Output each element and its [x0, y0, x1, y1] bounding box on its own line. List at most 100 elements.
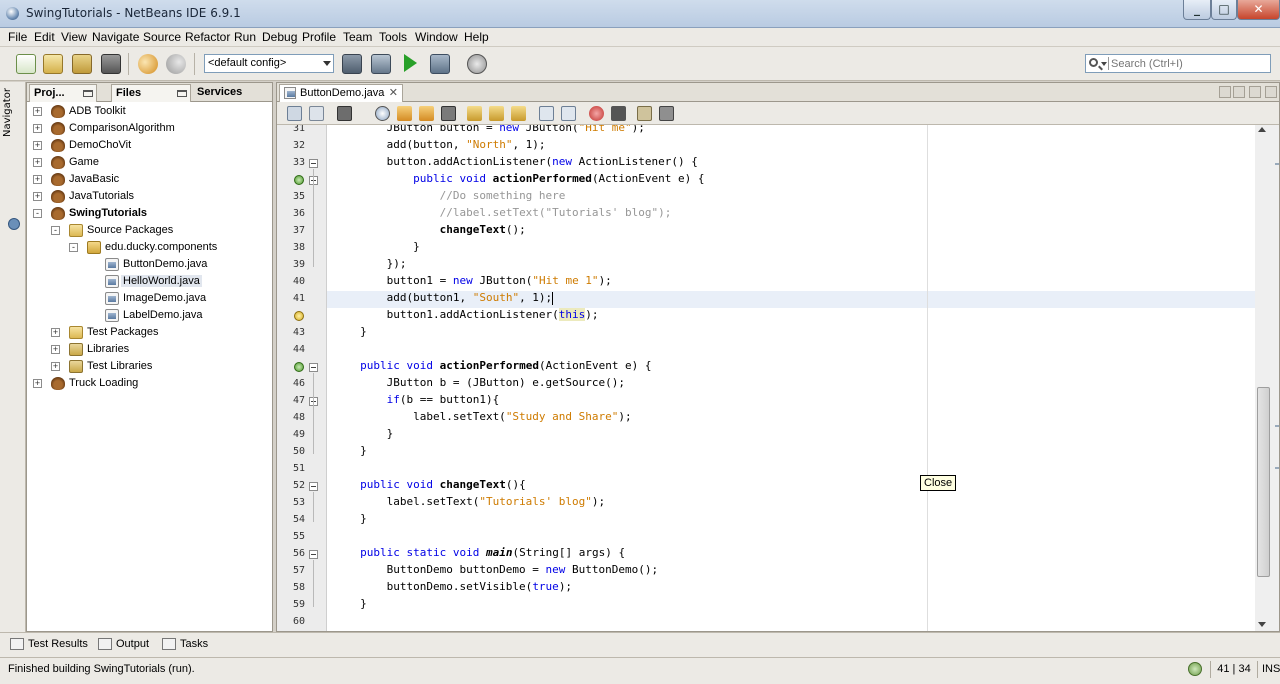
code-line[interactable] — [327, 614, 1255, 631]
stop-macro-icon[interactable] — [611, 106, 626, 121]
find-next-icon[interactable] — [419, 106, 434, 121]
collapse-icon[interactable]: - — [69, 243, 78, 252]
override-marker-icon[interactable] — [294, 362, 304, 372]
tree-item[interactable]: + Truck Loading — [27, 375, 272, 392]
new-project-icon[interactable] — [43, 54, 63, 74]
close-tab-icon[interactable]: ✕ — [389, 86, 398, 99]
fold-collapse-icon[interactable] — [309, 550, 318, 559]
code-line[interactable]: JButton button = new JButton("Hit me"); — [327, 125, 1255, 138]
navigator-icon[interactable] — [8, 218, 20, 230]
collapse-icon[interactable]: - — [33, 209, 42, 218]
menu-edit[interactable]: Edit — [34, 30, 55, 44]
build-hammer-icon[interactable] — [342, 54, 362, 74]
tree-item[interactable]: - edu.ducky.components — [27, 239, 272, 256]
code-line[interactable]: } — [327, 597, 1255, 614]
comment-icon[interactable] — [637, 106, 652, 121]
code-line[interactable]: } — [327, 240, 1255, 257]
expand-icon[interactable]: + — [51, 362, 60, 371]
code-line[interactable]: } — [327, 427, 1255, 444]
expand-icon[interactable]: + — [51, 328, 60, 337]
navigator-tab[interactable]: Navigator — [2, 88, 13, 148]
search-field[interactable] — [1085, 54, 1271, 73]
expand-icon[interactable]: + — [33, 379, 42, 388]
maximize-button[interactable]: □ — [1211, 0, 1237, 20]
expand-icon[interactable]: + — [33, 124, 42, 133]
new-file-icon[interactable] — [16, 54, 36, 74]
tab-tasks[interactable]: Tasks — [162, 638, 208, 650]
menu-help[interactable]: Help — [464, 30, 489, 44]
error-stripe-mark[interactable] — [1275, 425, 1279, 427]
tree-item[interactable]: + Test Libraries — [27, 358, 272, 375]
menu-file[interactable]: File — [8, 30, 27, 44]
code-line[interactable]: }); — [327, 257, 1255, 274]
tree-item[interactable]: + JavaTutorials — [27, 188, 272, 205]
code-line[interactable] — [327, 461, 1255, 478]
code-line[interactable]: label.setText("Study and Share"); — [327, 410, 1255, 427]
code-line[interactable] — [327, 529, 1255, 546]
tree-item[interactable]: + Test Packages — [27, 324, 272, 341]
menu-window[interactable]: Window — [415, 30, 458, 44]
code-line[interactable]: changeText(); — [327, 223, 1255, 240]
debug-icon[interactable] — [430, 54, 450, 74]
record-macro-icon[interactable] — [589, 106, 604, 121]
code-line[interactable]: } — [327, 325, 1255, 342]
code-line[interactable]: JButton b = (JButton) e.getSource(); — [327, 376, 1255, 393]
tree-item[interactable]: ButtonDemo.java — [27, 256, 272, 273]
scroll-down-icon[interactable] — [1258, 622, 1266, 627]
save-all-icon[interactable] — [101, 54, 121, 74]
open-project-icon[interactable] — [72, 54, 92, 74]
toggle-highlight-icon[interactable] — [441, 106, 456, 121]
tree-item[interactable]: - SwingTutorials — [27, 205, 272, 222]
run-icon[interactable] — [404, 54, 417, 72]
code-line[interactable]: public void changeText(){ — [327, 478, 1255, 495]
error-stripe-mark[interactable] — [1275, 467, 1279, 469]
tree-item[interactable]: - Source Packages — [27, 222, 272, 239]
menu-view[interactable]: View — [61, 30, 87, 44]
shift-left-icon[interactable] — [539, 106, 554, 121]
source-view-icon[interactable] — [287, 106, 302, 121]
fold-collapse-icon[interactable] — [309, 363, 318, 372]
search-input[interactable] — [1111, 56, 1266, 71]
scroll-up-icon[interactable] — [1258, 127, 1266, 132]
code-line[interactable]: } — [327, 512, 1255, 529]
tree-item[interactable]: ImageDemo.java — [27, 290, 272, 307]
profile-icon[interactable] — [467, 54, 487, 74]
code-line[interactable]: button.addActionListener(new ActionListe… — [327, 155, 1255, 172]
expand-icon[interactable]: + — [33, 107, 42, 116]
toggle-bookmark-icon[interactable] — [511, 106, 526, 121]
code-line[interactable] — [327, 342, 1255, 359]
code-line[interactable]: add(button1, "South", 1); — [327, 291, 1255, 308]
code-line[interactable]: //label.setText("Tutorials' blog"); — [327, 206, 1255, 223]
menu-run[interactable]: Run — [234, 30, 256, 44]
code-line[interactable]: label.setText("Tutorials' blog"); — [327, 495, 1255, 512]
menu-profile[interactable]: Profile — [302, 30, 336, 44]
menu-debug[interactable]: Debug — [262, 30, 297, 44]
fold-collapse-icon[interactable] — [309, 159, 318, 168]
minimize-panel-icon[interactable] — [177, 90, 187, 97]
tree-item[interactable]: HelloWorld.java — [27, 273, 272, 290]
override-marker-icon[interactable] — [294, 175, 304, 185]
minimize-button[interactable]: _ — [1183, 0, 1211, 20]
maximize-editor-icon[interactable] — [1265, 86, 1277, 98]
code-line[interactable]: button1.addActionListener(this); — [327, 308, 1255, 325]
fold-collapse-icon[interactable] — [309, 482, 318, 491]
minimize-panel-icon[interactable] — [83, 90, 93, 97]
scroll-tabs-right-icon[interactable] — [1233, 86, 1245, 98]
code-line[interactable]: ButtonDemo buttonDemo = new ButtonDemo()… — [327, 563, 1255, 580]
error-stripe-mark[interactable] — [1275, 163, 1279, 165]
tab-output[interactable]: Output — [98, 638, 149, 650]
expand-icon[interactable]: + — [33, 175, 42, 184]
collapse-icon[interactable]: - — [51, 226, 60, 235]
tree-item[interactable]: + Game — [27, 154, 272, 171]
back-icon[interactable] — [337, 106, 352, 121]
menu-source[interactable]: Source — [143, 30, 181, 44]
find-previous-icon[interactable] — [397, 106, 412, 121]
undo-icon[interactable] — [138, 54, 158, 74]
expand-icon[interactable]: + — [33, 158, 42, 167]
show-opened-documents-icon[interactable] — [1249, 86, 1261, 98]
menu-refactor[interactable]: Refactor — [185, 30, 230, 44]
tree-item[interactable]: + ComparisonAlgorithm — [27, 120, 272, 137]
close-window-button[interactable]: ✕ — [1237, 0, 1280, 20]
code-line[interactable]: button1 = new JButton("Hit me 1"); — [327, 274, 1255, 291]
clean-build-icon[interactable] — [371, 54, 391, 74]
